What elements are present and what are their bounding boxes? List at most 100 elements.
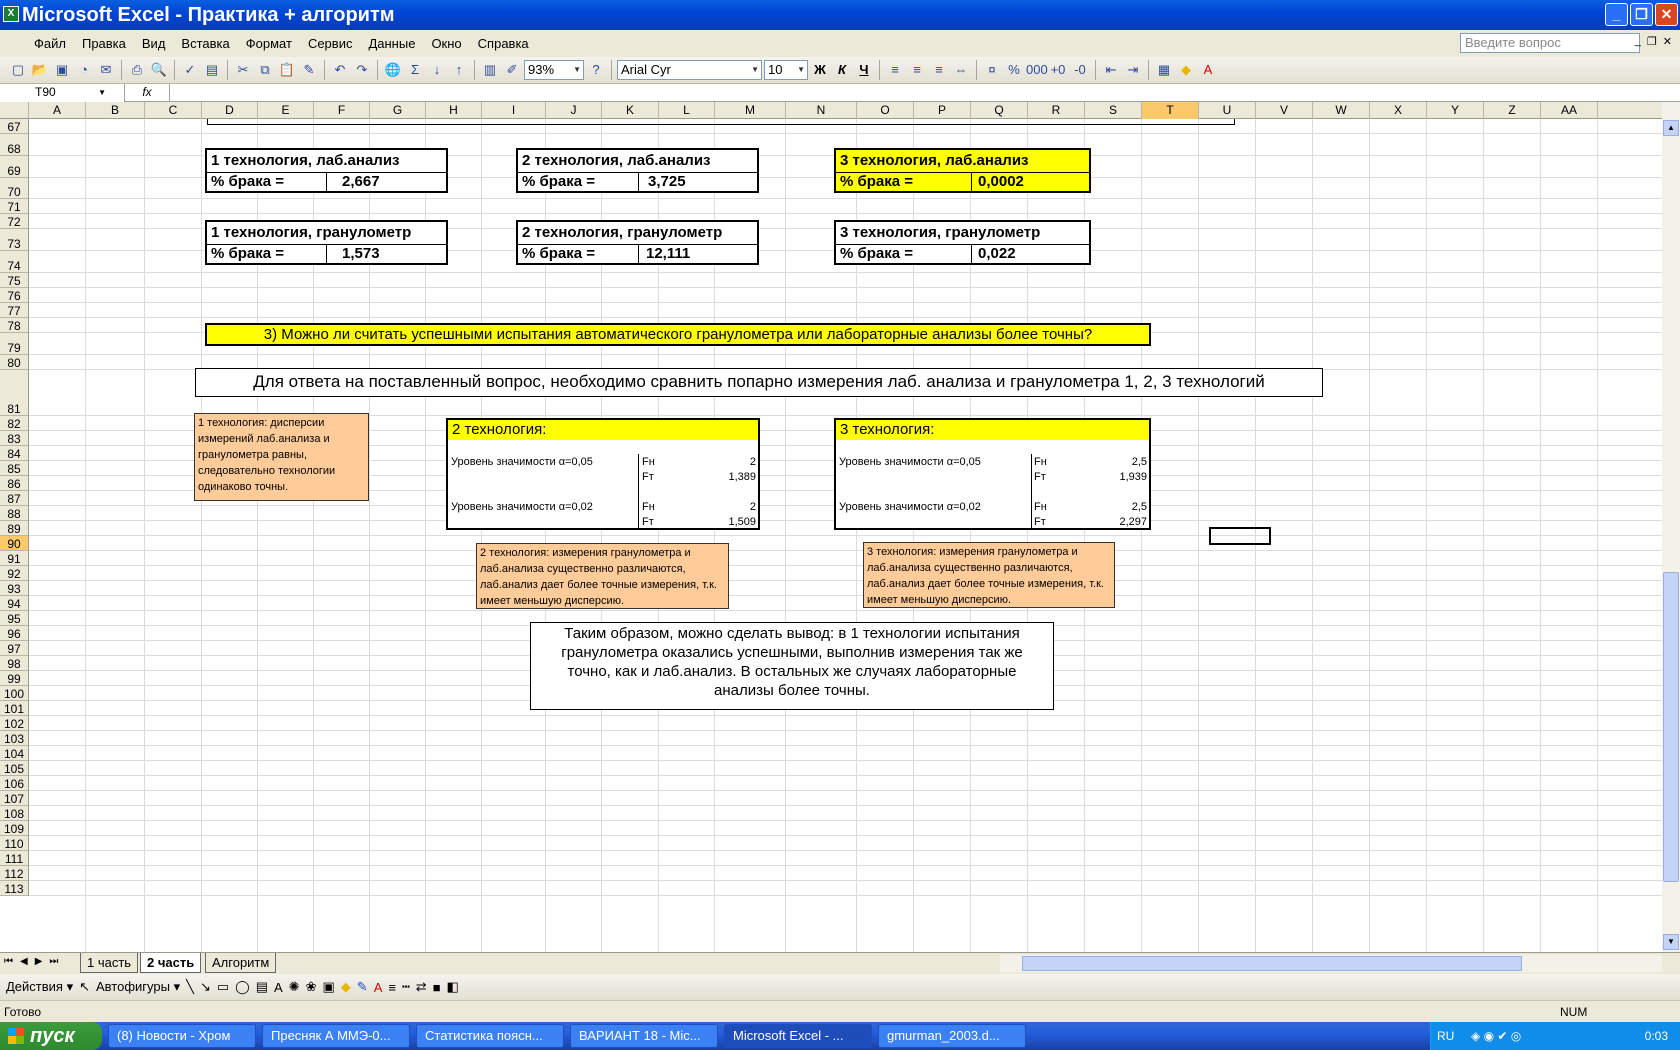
row-header-92[interactable]: 92 [0, 566, 29, 581]
tab-nav-icons[interactable]: ⏮ ◀ ▶ ⏭ [4, 956, 58, 967]
select-pointer-icon[interactable]: ↖ [79, 979, 90, 995]
undo-icon[interactable]: ↶ [330, 60, 350, 80]
fill-color-draw-icon[interactable]: ◆ [341, 979, 351, 995]
row-header-74[interactable]: 74 [0, 251, 29, 273]
row-header-98[interactable]: 98 [0, 656, 29, 671]
row-header-87[interactable]: 87 [0, 491, 29, 506]
thousands-icon[interactable]: 000 [1026, 60, 1048, 80]
oval-icon[interactable]: ◯ [235, 979, 250, 995]
row-header-68[interactable]: 68 [0, 134, 29, 156]
maximize-button[interactable]: ❐ [1630, 3, 1653, 26]
selected-cell-T90[interactable] [1209, 527, 1271, 545]
save-icon[interactable]: ▣ [52, 60, 72, 80]
increase-decimal-icon[interactable]: +0 [1048, 60, 1068, 80]
line-style-icon[interactable]: ≡ [388, 980, 396, 995]
column-header-AA[interactable]: AA [1541, 102, 1598, 119]
shadow-icon[interactable]: ■ [433, 980, 441, 995]
column-header-O[interactable]: O [857, 102, 914, 119]
align-center-icon[interactable]: ≡ [907, 60, 927, 80]
row-header-93[interactable]: 93 [0, 581, 29, 596]
currency-icon[interactable]: ¤ [982, 60, 1002, 80]
underline-button[interactable]: Ч [854, 60, 874, 80]
close-button[interactable]: ✕ [1655, 3, 1678, 26]
clipart-icon[interactable]: ❀ [306, 979, 317, 995]
row-header-71[interactable]: 71 [0, 199, 29, 214]
row-header-75[interactable]: 75 [0, 273, 29, 288]
sort-desc-icon[interactable]: ↑ [449, 60, 469, 80]
research-icon[interactable]: ▤ [202, 60, 222, 80]
row-header-102[interactable]: 102 [0, 716, 29, 731]
align-left-icon[interactable]: ≡ [885, 60, 905, 80]
column-header-I[interactable]: I [482, 102, 546, 119]
font-select[interactable]: Arial Cyr [617, 60, 762, 80]
ask-question-input[interactable]: Введите вопрос [1460, 33, 1640, 53]
wordart-icon[interactable]: A [274, 980, 283, 995]
line-color-icon[interactable]: ✎ [357, 979, 368, 995]
row-header-67[interactable]: 67 [0, 119, 29, 134]
row-header-97[interactable]: 97 [0, 641, 29, 656]
column-header-K[interactable]: K [602, 102, 659, 119]
row-header-69[interactable]: 69 [0, 156, 29, 178]
scroll-up-icon[interactable]: ▲ [1663, 120, 1679, 136]
vertical-scrollbar[interactable]: ▲ ▼ [1662, 102, 1680, 952]
row-header-90[interactable]: 90 [0, 536, 29, 551]
column-header-G[interactable]: G [370, 102, 426, 119]
paste-icon[interactable]: 📋 [277, 60, 297, 80]
diagram-icon[interactable]: ✺ [289, 979, 300, 995]
permission-icon[interactable]: ◔ [74, 60, 94, 80]
menu-insert[interactable]: Вставка [173, 36, 237, 51]
column-header-E[interactable]: E [258, 102, 314, 119]
row-header-78[interactable]: 78 [0, 318, 29, 333]
email-icon[interactable]: ✉ [96, 60, 116, 80]
minimize-button[interactable]: _ [1605, 3, 1628, 26]
row-header-81[interactable]: 81 [0, 370, 29, 416]
arrow-icon[interactable]: ↘ [200, 979, 211, 995]
row-header-111[interactable]: 111 [0, 851, 29, 866]
row-header-101[interactable]: 101 [0, 701, 29, 716]
column-header-S[interactable]: S [1085, 102, 1142, 119]
row-header-104[interactable]: 104 [0, 746, 29, 761]
row-header-91[interactable]: 91 [0, 551, 29, 566]
column-header-Z[interactable]: Z [1484, 102, 1541, 119]
rectangle-icon[interactable]: ▭ [217, 979, 229, 995]
hyperlink-icon[interactable]: 🌐 [383, 60, 403, 80]
row-header-89[interactable]: 89 [0, 521, 29, 536]
column-header-D[interactable]: D [202, 102, 258, 119]
menu-format[interactable]: Формат [238, 36, 300, 51]
row-header-105[interactable]: 105 [0, 761, 29, 776]
preview-icon[interactable]: 🔍 [149, 60, 169, 80]
column-header-R[interactable]: R [1028, 102, 1085, 119]
fx-icon[interactable]: fx [125, 84, 170, 101]
start-button[interactable]: пуск [0, 1022, 102, 1050]
autosum-icon[interactable]: Σ [405, 60, 425, 80]
task-excel[interactable]: Microsoft Excel - ... [724, 1024, 872, 1048]
column-header-M[interactable]: M [715, 102, 786, 119]
row-header-112[interactable]: 112 [0, 866, 29, 881]
menu-file[interactable]: Файл [26, 36, 74, 51]
row-header-110[interactable]: 110 [0, 836, 29, 851]
format-painter-icon[interactable]: ✎ [299, 60, 319, 80]
column-header-W[interactable]: W [1313, 102, 1370, 119]
chart-icon[interactable]: ▥ [480, 60, 500, 80]
spelling-icon[interactable]: ✓ [180, 60, 200, 80]
font-color-draw-icon[interactable]: A [374, 980, 383, 995]
tray-icons[interactable]: ◈ ◉ ✔ ◎ [1471, 1022, 1521, 1050]
column-header-F[interactable]: F [314, 102, 370, 119]
row-header-84[interactable]: 84 [0, 446, 29, 461]
decrease-indent-icon[interactable]: ⇤ [1101, 60, 1121, 80]
column-header-V[interactable]: V [1256, 102, 1313, 119]
row-header-86[interactable]: 86 [0, 476, 29, 491]
column-header-T[interactable]: T [1142, 102, 1199, 119]
line-icon[interactable]: ╲ [186, 979, 194, 995]
drawing-icon[interactable]: ✐ [502, 60, 522, 80]
column-header-X[interactable]: X [1370, 102, 1427, 119]
task-djvu[interactable]: gmurman_2003.d... [878, 1024, 1026, 1048]
vertical-scroll-thumb[interactable] [1663, 572, 1679, 882]
column-header-U[interactable]: U [1199, 102, 1256, 119]
tab-part2[interactable]: 2 часть [140, 953, 202, 973]
tab-part1[interactable]: 1 часть [80, 953, 139, 973]
bold-button[interactable]: Ж [810, 60, 830, 80]
italic-button[interactable]: К [832, 60, 852, 80]
zoom-select[interactable]: 93% [524, 60, 584, 80]
menu-data[interactable]: Данные [360, 36, 423, 51]
